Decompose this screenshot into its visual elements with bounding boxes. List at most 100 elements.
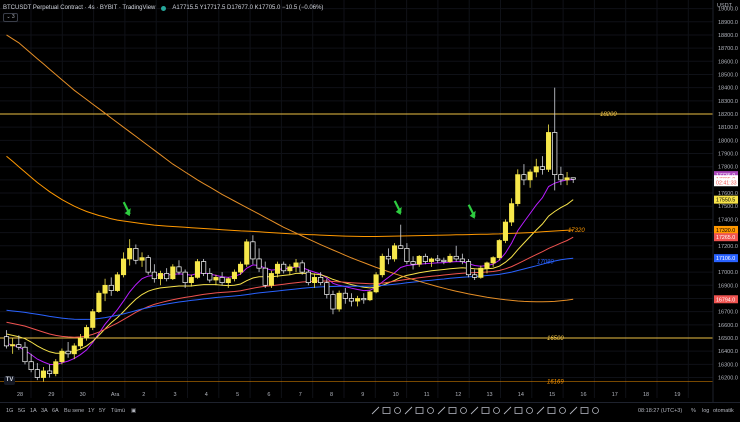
price-chart[interactable]: 18200173201708016500-16169 16200.016300.… bbox=[0, 0, 740, 417]
candle-body bbox=[207, 273, 213, 281]
price-tick-label: 18600.0 bbox=[718, 59, 738, 65]
price-tag-label: 16794.0 bbox=[716, 297, 735, 303]
trend-line-icon-stroke bbox=[382, 407, 391, 414]
text-icon[interactable] bbox=[404, 406, 413, 415]
pattern-icon[interactable] bbox=[437, 406, 446, 415]
bars-icon[interactable] bbox=[569, 406, 578, 415]
time-tick-label: 2 bbox=[142, 392, 145, 398]
lock-icon[interactable] bbox=[503, 406, 512, 415]
measure-icon[interactable] bbox=[470, 406, 479, 415]
candle-body bbox=[509, 203, 515, 223]
drawing-tools[interactable] bbox=[370, 406, 610, 416]
indicator-toggle-button[interactable]: ⌄ 3 bbox=[3, 13, 18, 22]
candle-body bbox=[324, 282, 330, 295]
candle-body bbox=[28, 361, 34, 370]
price-tick-label: 18200.0 bbox=[718, 112, 738, 118]
timeframe-1y-button[interactable]: 1Y bbox=[88, 408, 95, 414]
auto-scale-toggle[interactable]: otomatik bbox=[713, 408, 734, 414]
price-tick-label: 17000.0 bbox=[718, 270, 738, 276]
candle-body bbox=[139, 257, 145, 261]
timeframe-5g-button[interactable]: 5G bbox=[18, 408, 25, 414]
ruler-icon[interactable] bbox=[415, 407, 424, 414]
grid-icon[interactable] bbox=[547, 407, 556, 414]
price-tick-label: 17200.0 bbox=[718, 244, 738, 250]
candle-body bbox=[299, 262, 305, 273]
candle-body bbox=[53, 361, 59, 374]
candle-body bbox=[385, 255, 391, 260]
pen-icon[interactable] bbox=[394, 407, 401, 414]
candle-body bbox=[182, 271, 188, 284]
ellipse-icon[interactable] bbox=[460, 407, 467, 414]
candle-body bbox=[219, 277, 225, 284]
timeframe-6a-button[interactable]: 6A bbox=[52, 408, 59, 414]
percent-toggle[interactable]: % bbox=[691, 408, 696, 414]
play-icon[interactable] bbox=[592, 407, 599, 414]
status-dot-icon bbox=[161, 5, 167, 11]
candle-body bbox=[342, 292, 348, 299]
shape-icon[interactable] bbox=[448, 407, 457, 414]
magnet-icon[interactable] bbox=[493, 407, 500, 414]
star-icon[interactable] bbox=[580, 407, 589, 414]
price-tick-label: 18900.0 bbox=[718, 20, 738, 26]
date-range-icon[interactable]: ▣ bbox=[131, 408, 136, 414]
trend-line-icon[interactable] bbox=[382, 407, 391, 414]
candle-body bbox=[435, 258, 441, 261]
timeframe-1a-button[interactable]: 1A bbox=[30, 408, 37, 414]
price-tick-label: 17500.0 bbox=[718, 204, 738, 210]
candle-body bbox=[379, 255, 385, 276]
crosshair-icon-stroke bbox=[371, 406, 380, 415]
price-tick-label: 16700.0 bbox=[718, 310, 738, 316]
trash-icon[interactable] bbox=[526, 407, 533, 414]
price-tick-label: 16900.0 bbox=[718, 283, 738, 289]
time-tick-label: Ara bbox=[111, 392, 121, 398]
candle-body bbox=[194, 261, 201, 278]
zoom-in-icon[interactable] bbox=[481, 407, 490, 414]
timeframe-all-button[interactable]: Tümü bbox=[111, 408, 125, 414]
candle-body bbox=[262, 267, 268, 286]
timeframe-1g-button[interactable]: 1G bbox=[6, 408, 13, 414]
timeframe-ytd-button[interactable]: Bu sene bbox=[64, 408, 84, 414]
time-tick-label: 9 bbox=[361, 392, 364, 398]
price-tick-label: 18100.0 bbox=[718, 125, 738, 131]
candle-body bbox=[355, 298, 361, 302]
time-tick-label: 30 bbox=[80, 392, 86, 398]
arrow-icon[interactable] bbox=[559, 407, 566, 414]
currency-label[interactable]: USDT bbox=[717, 3, 732, 9]
tradingview-logo-icon[interactable]: TV bbox=[4, 376, 15, 385]
tree-icon-stroke bbox=[536, 406, 545, 415]
candle-body bbox=[250, 241, 256, 260]
eye-icon[interactable] bbox=[514, 407, 523, 414]
tree-icon[interactable] bbox=[536, 406, 545, 415]
time-tick-label: 3 bbox=[174, 392, 177, 398]
level-label: 16500- bbox=[547, 336, 566, 342]
clock[interactable]: 08:18:27 (UTC+3) bbox=[638, 408, 682, 414]
candle-body bbox=[170, 266, 176, 280]
shape-icon-stroke bbox=[448, 407, 457, 414]
time-tick-label: 11 bbox=[424, 392, 430, 398]
chart-area[interactable]: 18200 17320 17080 16500- 16169 16200.0 16300.… bbox=[0, 0, 740, 417]
candle-body bbox=[120, 258, 127, 276]
candle-body bbox=[176, 266, 182, 273]
timeframe-3a-button[interactable]: 3A bbox=[41, 408, 48, 414]
timeframe-5y-button[interactable]: 5Y bbox=[99, 408, 106, 414]
time-tick-label: 5 bbox=[236, 392, 239, 398]
candle-body bbox=[59, 350, 65, 363]
fib-icon[interactable] bbox=[427, 407, 434, 414]
candle-body bbox=[114, 274, 120, 291]
candle-body bbox=[213, 277, 219, 281]
log-toggle[interactable]: log bbox=[702, 408, 709, 414]
time-tick-label: 18 bbox=[643, 392, 649, 398]
crosshair-icon[interactable] bbox=[371, 406, 380, 415]
price-tick-label: 18800.0 bbox=[718, 33, 738, 39]
price-tick-label: 16500.0 bbox=[718, 336, 738, 342]
price-tag-label: 02:41:33 bbox=[716, 180, 737, 186]
candle-body bbox=[558, 174, 564, 181]
candle-body bbox=[478, 267, 484, 278]
candle-body bbox=[453, 255, 459, 260]
candle-body bbox=[552, 132, 558, 175]
candle-body bbox=[244, 241, 250, 265]
candle-body bbox=[459, 258, 465, 262]
ellipse-icon-stroke bbox=[460, 407, 467, 414]
candle-body bbox=[428, 258, 435, 262]
symbol-title[interactable]: BTCUSDT Perpetual Contract · 4s · BYBIT … bbox=[3, 5, 155, 11]
